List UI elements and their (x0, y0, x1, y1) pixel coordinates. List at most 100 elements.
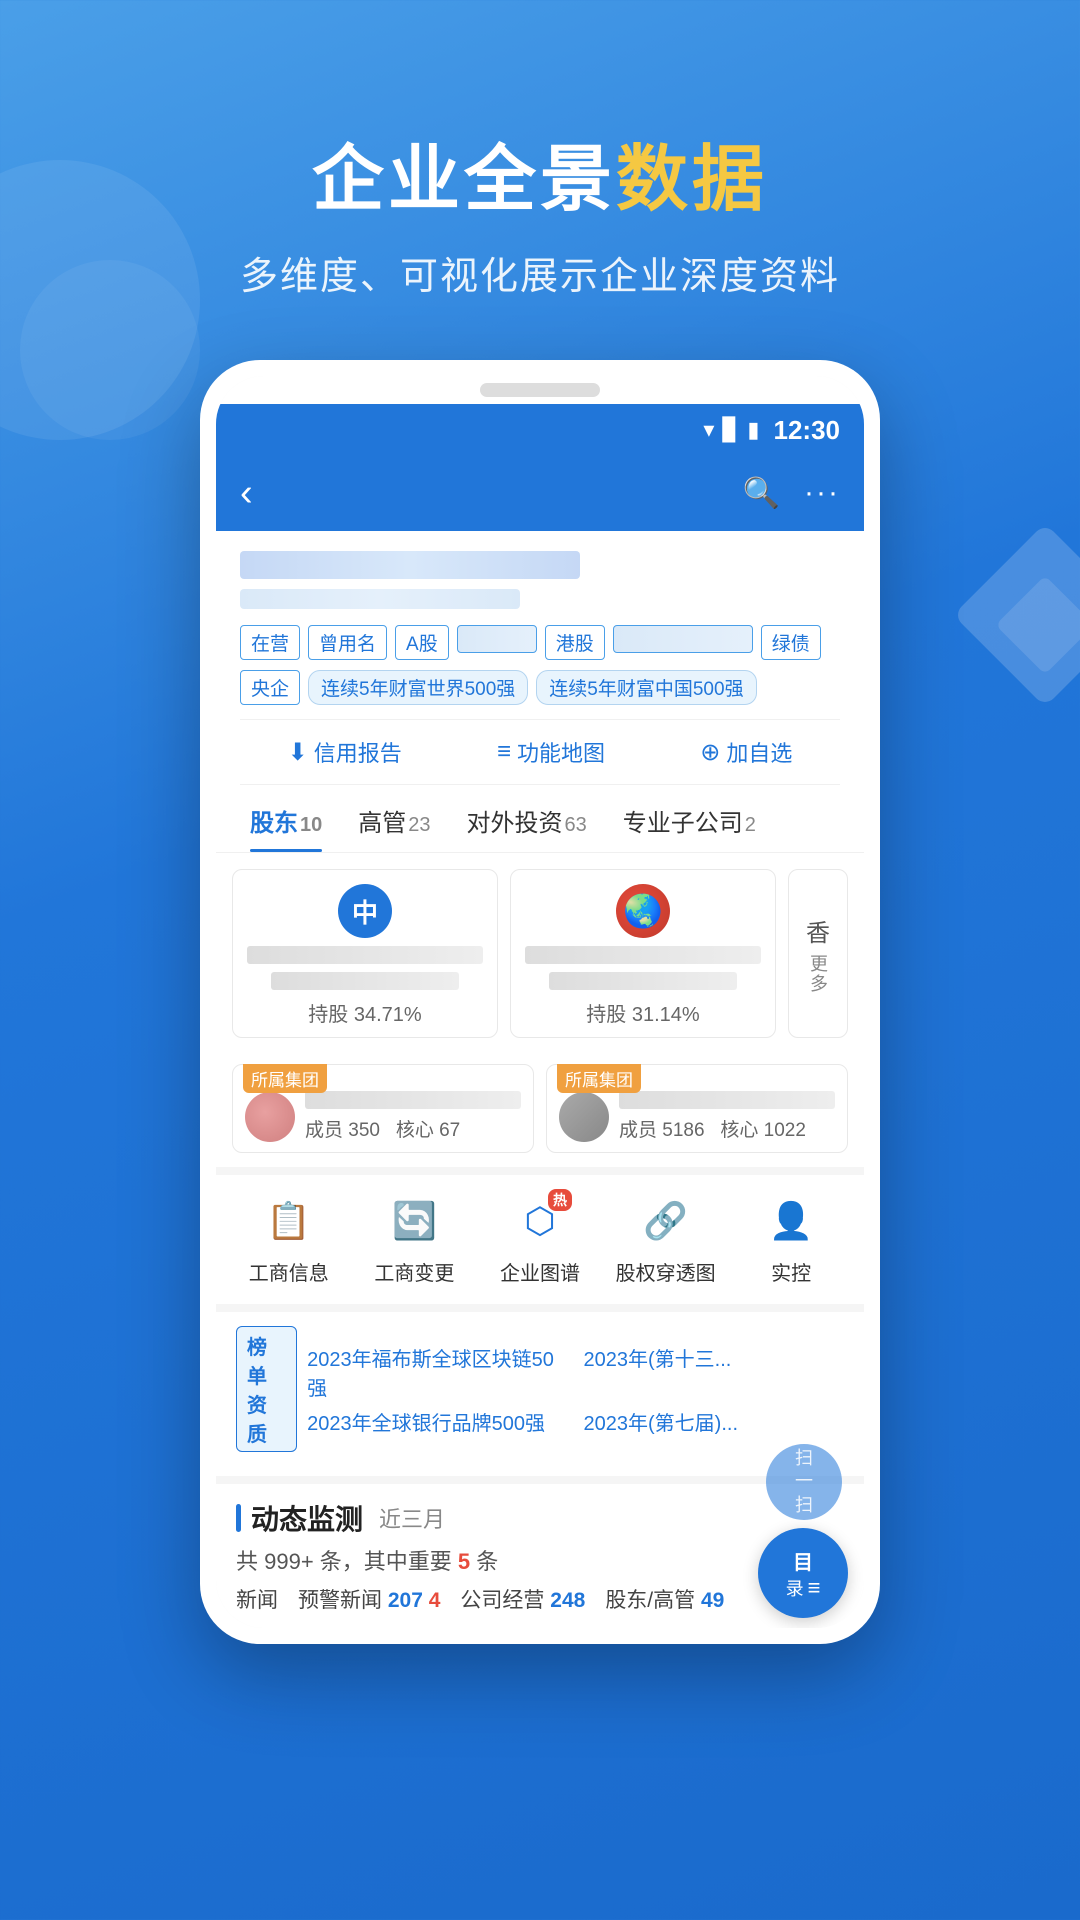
features-section: 📋 工商信息 🔄 工商变更 ⬡ 热 企业图谱 (216, 1167, 864, 1304)
xiang-label: 香 (806, 913, 830, 948)
group-name-1 (305, 1091, 521, 1109)
tab-subsidiaries[interactable]: 专业子公司2 (605, 785, 774, 852)
tag-fortune-world[interactable]: 连续5年财富世界500强 (308, 670, 528, 705)
award-item-1[interactable]: 2023年福布斯全球区块链50强 (307, 1343, 567, 1401)
phone-notch-bar (216, 376, 864, 404)
feature-equity-penetration[interactable]: 🔗 股权穿透图 (603, 1193, 729, 1286)
shareholder-name-sub-2 (549, 972, 738, 990)
business-change-icon-wrap: 🔄 (386, 1193, 442, 1249)
tab-shareholders[interactable]: 股东10 (232, 785, 340, 852)
actual-control-label: 实控 (771, 1257, 811, 1286)
business-info-icon-wrap: 📋 (261, 1193, 317, 1249)
search-icon[interactable]: 🔍 (743, 476, 780, 511)
add-watchlist-btn[interactable]: ⊕ 加自选 (700, 736, 792, 768)
tags-row-2: 央企 连续5年财富世界500强 连续5年财富中国500强 (240, 670, 840, 705)
tag-fortune-china[interactable]: 连续5年财富中国500强 (536, 670, 756, 705)
tab-investments[interactable]: 对外投资63 (449, 785, 605, 852)
investments-count: 63 (565, 814, 587, 836)
group-stats-2: 成员 5186 核心 1022 (619, 1115, 835, 1142)
shareholder-pct-1: 持股 34.71% (308, 998, 421, 1027)
tag-a-share[interactable]: A股 (395, 625, 449, 660)
monitor-summary: 共 999+ 条，其中重要 5 条 (236, 1544, 844, 1576)
group-card-2[interactable]: 所属集团 成员 5186 核心 1022 (546, 1064, 848, 1153)
monitor-shareholders-execs[interactable]: 股东/高管 49 (605, 1584, 724, 1614)
tab-executives[interactable]: 高管23 (340, 785, 448, 852)
credit-report-label: 信用报告 (314, 736, 402, 768)
more-icon[interactable]: ··· (804, 476, 840, 511)
warning-news-count: 207 (388, 1589, 423, 1612)
tab-navigation: 股东10 高管23 对外投资63 专业子公司2 (216, 785, 864, 853)
company-section: 在营 曾用名 A股 港股 绿债 央企 连续5年财富世界500强 连续5年财富中国… (216, 531, 864, 785)
award-item-4[interactable]: 2023年(第七届)... (584, 1407, 844, 1436)
phone-mockup: ▾ ▊ ▮ 12:30 ‹ 🔍 ··· 在营 (200, 360, 880, 1644)
equity-penetration-label: 股权穿透图 (616, 1257, 716, 1286)
group-avatar-1 (245, 1092, 295, 1142)
award-item-3[interactable]: 2023年全球银行品牌500强 (307, 1407, 567, 1436)
tag-blur-2 (613, 625, 753, 653)
back-button[interactable]: ‹ (240, 472, 253, 515)
float-secondary-button[interactable]: 扫一扫 (766, 1444, 842, 1520)
feature-enterprise-chart[interactable]: ⬡ 热 企业图谱 (477, 1193, 603, 1286)
monitor-company-ops[interactable]: 公司经营 248 (460, 1584, 585, 1614)
sub-title: 多维度、可视化展示企业深度资料 (0, 245, 1080, 300)
shareholder-pct-2: 持股 31.14% (586, 998, 699, 1027)
group-stats-1: 成员 350 核心 67 (305, 1115, 521, 1142)
subsidiaries-count: 2 (745, 814, 756, 836)
tag-央企[interactable]: 央企 (240, 670, 300, 705)
status-icons: ▾ ▊ ▮ (703, 417, 759, 443)
wifi-icon: ▾ (703, 417, 714, 443)
shareholders-execs-count: 49 (701, 1589, 724, 1612)
actual-control-icon-wrap: 👤 (763, 1193, 819, 1249)
group-card-1[interactable]: 所属集团 成员 350 核心 67 (232, 1064, 534, 1153)
monitor-important-count: 5 (458, 1549, 470, 1574)
tag-green-bond[interactable]: 绿债 (761, 625, 821, 660)
shareholder-card-1[interactable]: 中 持股 34.71% (232, 869, 498, 1038)
phone-inner: ▾ ▊ ▮ 12:30 ‹ 🔍 ··· 在营 (216, 376, 864, 1628)
awards-title-2: 资质 (247, 1389, 286, 1447)
shareholder-card-2[interactable]: 🌏 持股 31.14% (510, 869, 776, 1038)
company-sub-name (240, 589, 520, 609)
signal-icon: ▊ (722, 417, 739, 443)
feature-map-label: 功能地图 (517, 736, 605, 768)
award-item-2[interactable]: 2023年(第十三... (584, 1343, 844, 1401)
enterprise-chart-icon-wrap: ⬡ 热 (512, 1193, 568, 1249)
credit-report-btn[interactable]: ⬇ 信用报告 (288, 736, 402, 768)
title-white: 企业全景 (312, 140, 616, 220)
business-info-label: 工商信息 (249, 1257, 329, 1286)
shareholder-avatar-1: 中 (338, 884, 392, 938)
float-menu-button[interactable]: 目 录 ≡ (758, 1528, 848, 1618)
company-ops-count: 248 (550, 1589, 585, 1612)
monitor-warning-news[interactable]: 预警新闻 207 4 (298, 1584, 440, 1614)
monitor-header: 动态监测 近三月 (236, 1498, 844, 1538)
feature-actual-control[interactable]: 👤 实控 (728, 1193, 854, 1286)
warning-news-red: 4 (429, 1589, 441, 1612)
monitor-title: 动态监测 (251, 1498, 363, 1538)
hot-badge: 热 (548, 1189, 572, 1211)
float-btn-label: 目 (793, 1546, 813, 1575)
monitor-stats: 新闻 预警新闻 207 4 公司经营 248 股东/高管 49 (236, 1584, 844, 1614)
list-icon: ≡ (497, 738, 511, 766)
plus-circle-icon: ⊕ (700, 738, 720, 767)
top-section: 企业全景数据 多维度、可视化展示企业深度资料 (0, 0, 1080, 300)
more-label: 更多 (805, 954, 831, 994)
shareholder-cards: 中 持股 34.71% 🌏 持股 31.14% 香 (232, 869, 848, 1038)
tag-former-name[interactable]: 曾用名 (308, 625, 387, 660)
shareholder-more-card[interactable]: 香 更多 (788, 869, 848, 1038)
executives-count: 23 (408, 814, 430, 836)
group-card-inner-2: 成员 5186 核心 1022 (559, 1091, 835, 1142)
add-watchlist-label: 加自选 (726, 736, 792, 768)
battery-icon: ▮ (747, 417, 759, 443)
group-info-2: 成员 5186 核心 1022 (619, 1091, 835, 1142)
shareholders-count: 10 (300, 814, 322, 836)
awards-section: 榜单 资质 2023年福布斯全球区块链50强 2023年(第十三... 2023… (216, 1304, 864, 1476)
tag-active[interactable]: 在营 (240, 625, 300, 660)
download-icon: ⬇ (288, 738, 308, 767)
shareholder-avatar-2: 🌏 (616, 884, 670, 938)
monitor-news[interactable]: 新闻 (236, 1584, 278, 1614)
feature-business-info[interactable]: 📋 工商信息 (226, 1193, 352, 1286)
feature-business-change[interactable]: 🔄 工商变更 (352, 1193, 478, 1286)
awards-title-1: 榜单 (247, 1331, 286, 1389)
diamond-decoration (980, 550, 1080, 680)
tag-hk-share[interactable]: 港股 (545, 625, 605, 660)
feature-map-btn[interactable]: ≡ 功能地图 (497, 736, 605, 768)
